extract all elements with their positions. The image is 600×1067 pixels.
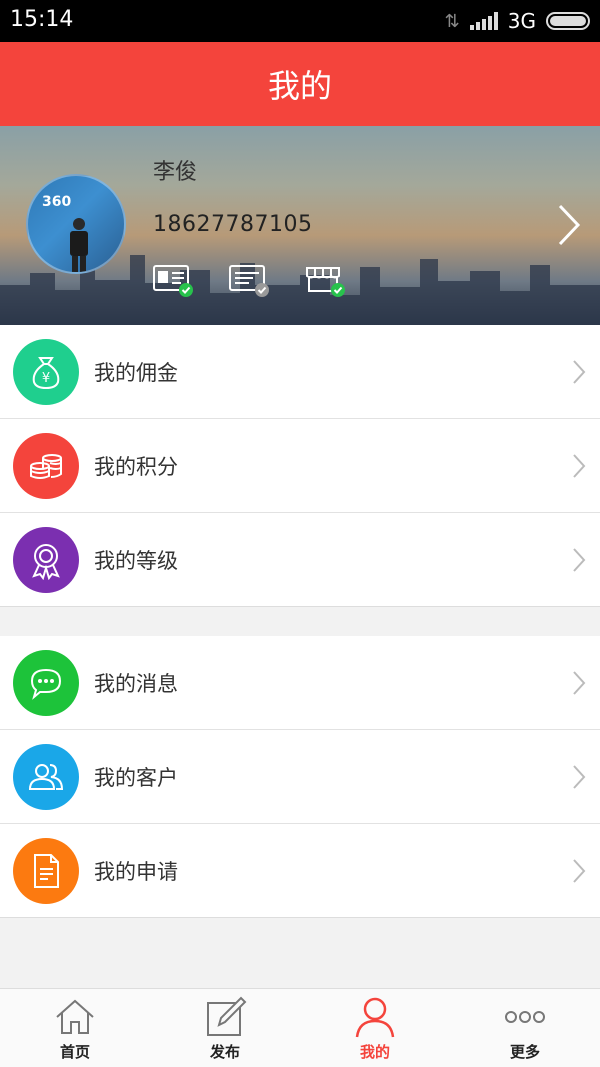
shop-verified-icon xyxy=(306,267,345,297)
edit-icon xyxy=(207,996,247,1036)
users-icon xyxy=(13,743,79,810)
verification-badges xyxy=(153,264,345,298)
award-ribbon-icon xyxy=(13,526,79,593)
bottom-tab-bar: 首页 发布 我的 更多 xyxy=(0,988,600,1067)
chevron-right-icon[interactable] xyxy=(554,202,584,248)
menu-label: 我的佣金 xyxy=(94,360,178,385)
menu-label: 我的等级 xyxy=(94,548,178,573)
coins-icon xyxy=(13,432,79,499)
svg-text:¥: ¥ xyxy=(42,371,50,386)
money-bag-icon: ¥ xyxy=(13,338,79,405)
home-icon xyxy=(56,999,94,1034)
avatar[interactable]: 360 xyxy=(26,174,126,274)
page-title: 我的 xyxy=(267,67,332,105)
menu-item-customers[interactable]: 我的客户 xyxy=(0,730,600,824)
data-transfer-icon: ⇅ xyxy=(444,10,460,32)
tab-home[interactable]: 首页 xyxy=(0,989,150,1067)
battery-icon xyxy=(546,12,590,30)
person-photo xyxy=(70,218,88,272)
menu-item-level[interactable]: 我的等级 xyxy=(0,513,600,607)
user-icon xyxy=(355,997,395,1038)
user-phone: 18627787105 xyxy=(153,212,313,237)
id-card-verified-icon xyxy=(153,265,193,297)
menu-group-service: 我的消息 我的客户 我的申请 xyxy=(0,636,600,918)
menu-label: 我的消息 xyxy=(94,671,178,696)
profile-banner[interactable]: 360 李俊 18627787105 xyxy=(0,126,600,325)
status-bar: 15:14 ⇅ 3G xyxy=(0,0,600,42)
more-dots-icon xyxy=(505,1011,545,1023)
document-icon xyxy=(13,837,79,904)
chevron-right-icon xyxy=(573,765,586,789)
status-icons: ⇅ 3G xyxy=(445,8,590,34)
chevron-right-icon xyxy=(573,859,586,883)
menu-item-messages[interactable]: 我的消息 xyxy=(0,636,600,730)
tab-publish[interactable]: 发布 xyxy=(150,989,300,1067)
tab-label: 发布 xyxy=(209,1043,240,1061)
document-verified-icon xyxy=(229,265,269,297)
chevron-right-icon xyxy=(573,671,586,695)
title-bar: 我的 xyxy=(0,42,600,126)
menu-item-points[interactable]: 我的积分 xyxy=(0,419,600,513)
chevron-right-icon xyxy=(573,548,586,572)
network-type: 3G xyxy=(507,9,536,33)
chevron-right-icon xyxy=(573,360,586,384)
status-time: 15:14 xyxy=(10,7,74,32)
tab-label: 首页 xyxy=(59,1043,90,1061)
menu-group-account: ¥ 我的佣金 我的积分 我的等级 xyxy=(0,325,600,607)
signal-strength-icon xyxy=(469,12,498,30)
chevron-right-icon xyxy=(573,454,586,478)
menu-label: 我的积分 xyxy=(94,454,178,479)
tab-more[interactable]: 更多 xyxy=(450,989,600,1067)
user-name: 李俊 xyxy=(153,160,198,185)
avatar-logo-text: 360 xyxy=(42,194,72,210)
tab-label: 我的 xyxy=(359,1043,390,1061)
menu-item-applications[interactable]: 我的申请 xyxy=(0,824,600,918)
tab-mine[interactable]: 我的 xyxy=(300,989,450,1067)
tab-label: 更多 xyxy=(509,1043,540,1061)
chat-bubble-icon xyxy=(13,649,79,716)
menu-label: 我的客户 xyxy=(94,765,178,790)
menu-label: 我的申请 xyxy=(94,859,178,884)
menu-item-commission[interactable]: ¥ 我的佣金 xyxy=(0,325,600,419)
